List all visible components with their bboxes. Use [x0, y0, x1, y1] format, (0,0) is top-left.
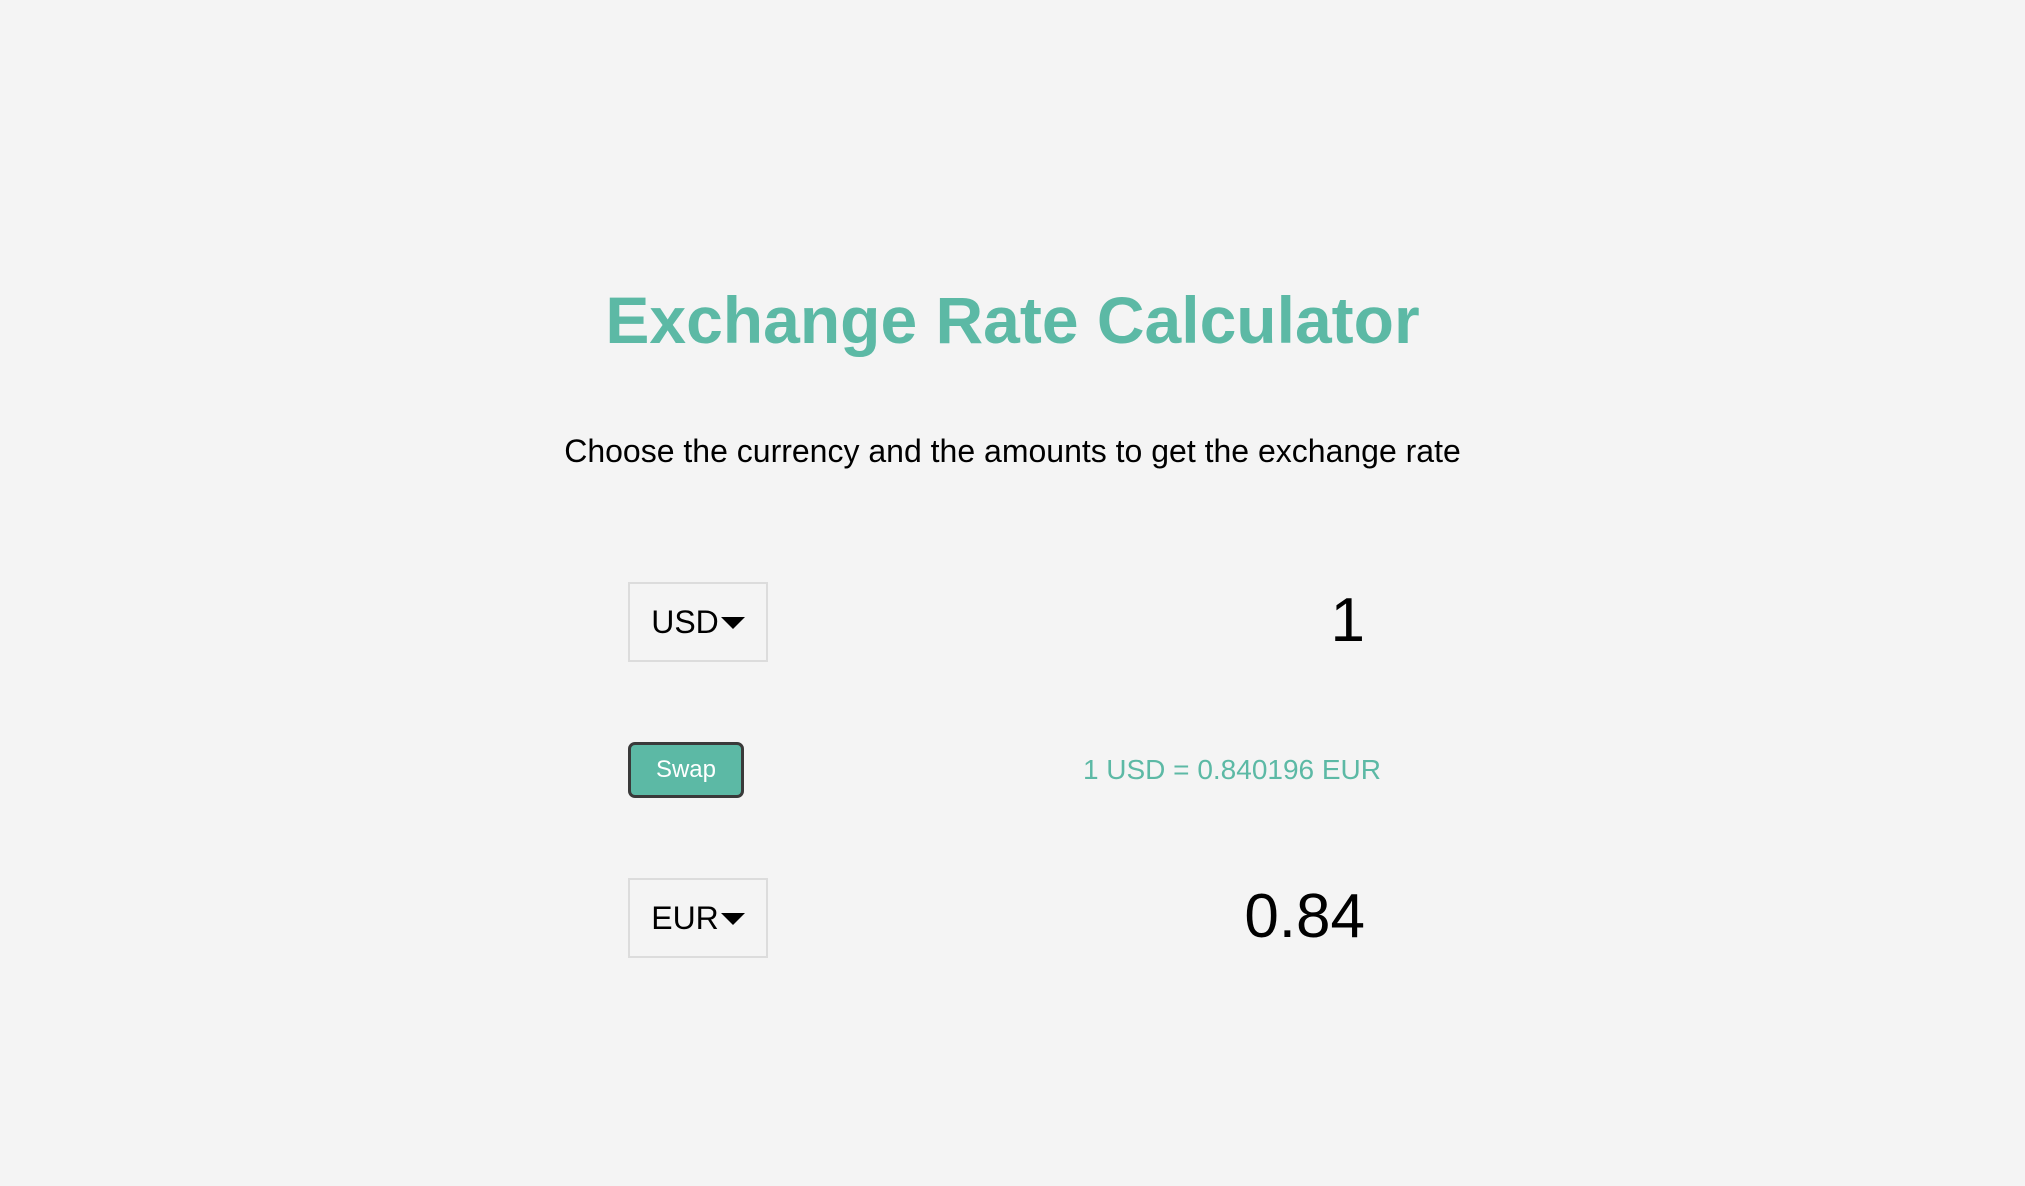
- exchange-rate-text: 1 USD = 0.840196 EUR: [1082, 754, 1381, 785]
- currency-one-select[interactable]: USD: [628, 582, 768, 662]
- currency-two-code: EUR: [651, 900, 719, 936]
- swap-button[interactable]: Swap: [628, 742, 744, 798]
- currency-one-code: USD: [651, 604, 719, 640]
- amount-one-input[interactable]: 1: [1065, 581, 1365, 661]
- caret-down-icon: [720, 617, 745, 629]
- currency-two-select[interactable]: EUR: [628, 878, 768, 958]
- page-title: Exchange Rate Calculator: [605, 283, 1420, 357]
- caret-down-icon: [720, 913, 745, 925]
- page-subtitle: Choose the currency and the amounts to g…: [564, 433, 1461, 469]
- amount-two-input[interactable]: 0.84: [1065, 877, 1365, 957]
